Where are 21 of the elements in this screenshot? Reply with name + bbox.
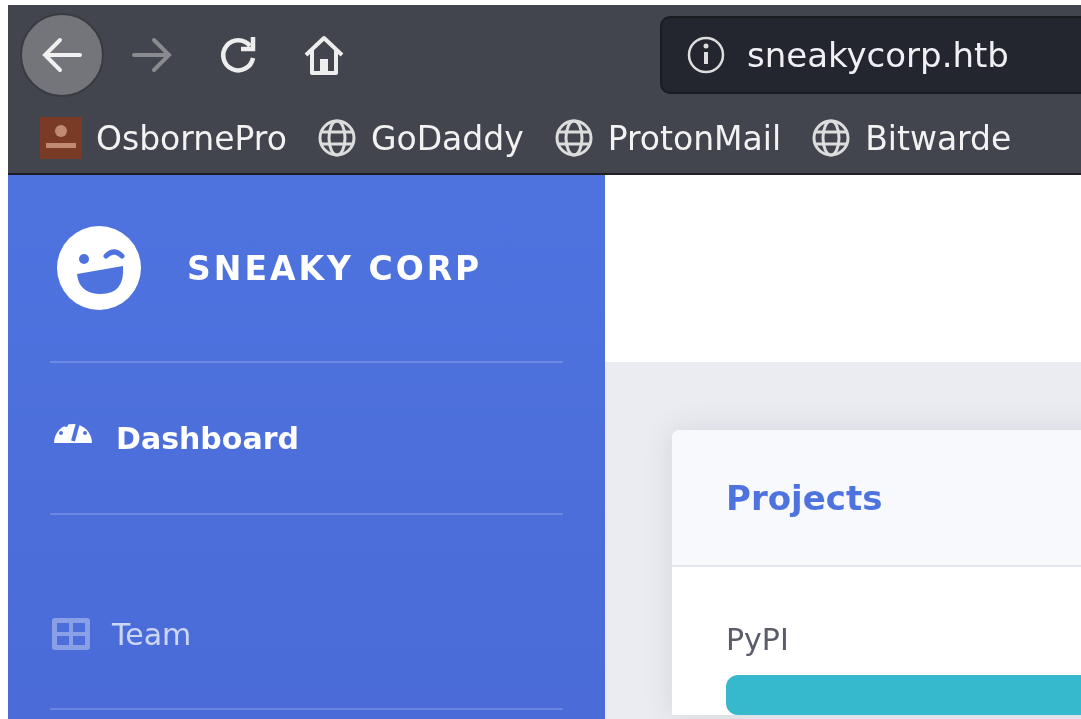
bookmark-link[interactable]: Bitwarde [811, 118, 1012, 158]
address-bar[interactable]: sneakycorp.htb [660, 16, 1081, 94]
favicon-icon [40, 117, 82, 159]
table-icon [52, 618, 90, 650]
globe-icon [553, 118, 594, 158]
info-icon [687, 36, 725, 74]
gauge-icon [52, 423, 94, 445]
globe-icon [316, 118, 357, 158]
url-text: sneakycorp.htb [747, 35, 1009, 75]
bookmark-link[interactable]: GoDaddy [316, 118, 524, 158]
winking-face-logo-icon [57, 226, 141, 310]
home-icon [302, 33, 346, 77]
sidebar-item[interactable]: Dashboard [50, 363, 563, 515]
forward-arrow-icon [130, 35, 174, 75]
project-name: PyPI [726, 622, 790, 657]
back-arrow-icon [40, 35, 84, 75]
bookmark-link[interactable]: ProtonMail [553, 118, 782, 158]
brand-name: SNEAKY CORP [187, 248, 483, 288]
card-title: Projects [726, 477, 883, 518]
bookmark-link[interactable]: OsbornePro [40, 117, 287, 159]
globe-icon [811, 118, 852, 158]
